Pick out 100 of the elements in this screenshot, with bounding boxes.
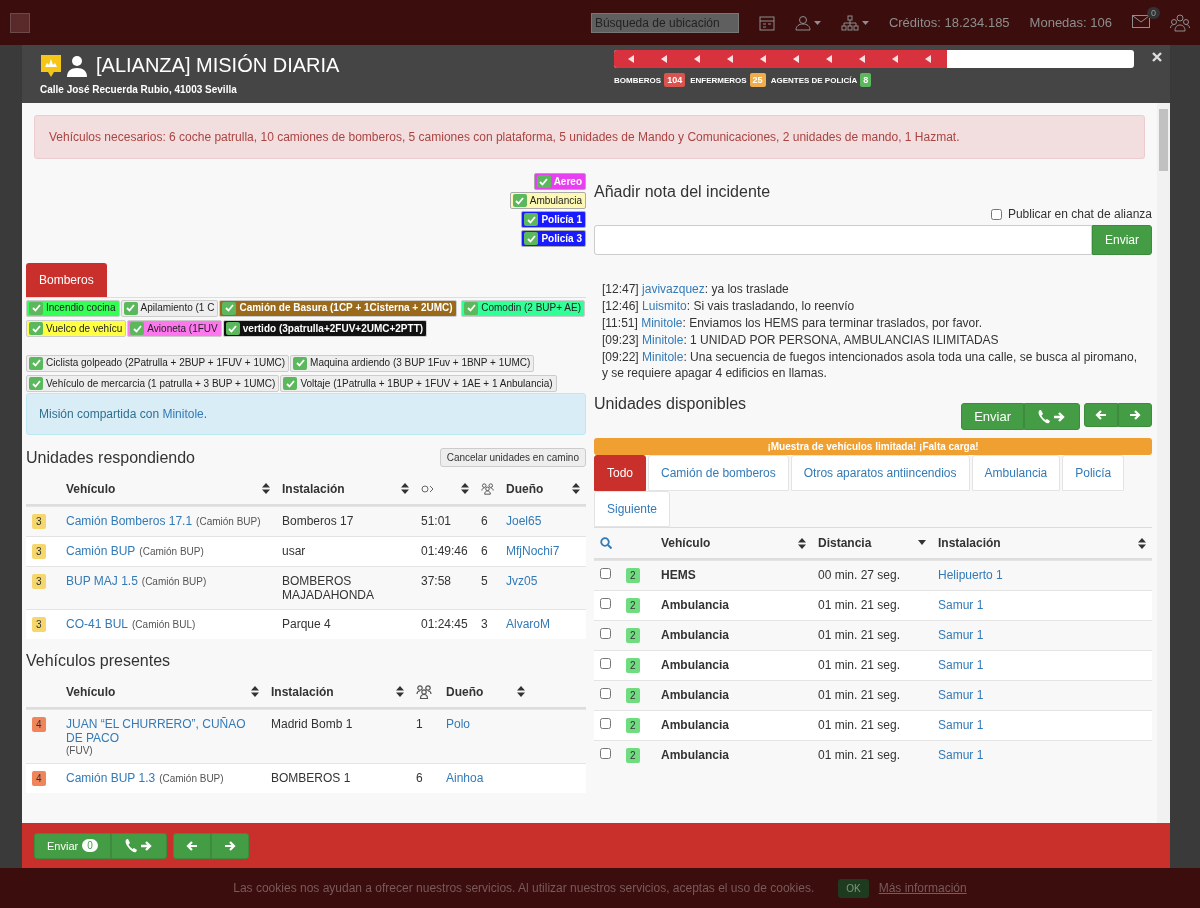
sort-down-icon[interactable] xyxy=(918,540,926,546)
sort-icon[interactable] xyxy=(461,483,469,494)
column-header[interactable]: Vehículo xyxy=(66,684,116,699)
sort-icon[interactable] xyxy=(798,537,806,549)
user-link[interactable]: Minitole xyxy=(641,316,683,330)
vehicle-link[interactable]: Camión BUP xyxy=(66,544,136,558)
mission-tag[interactable]: Comodin (2 BUP+ AE) xyxy=(461,299,585,317)
user-menu-icon[interactable] xyxy=(794,14,821,31)
alliance-icon[interactable] xyxy=(1170,13,1190,32)
previous-button[interactable] xyxy=(1084,403,1118,427)
publish-checkbox[interactable] xyxy=(990,208,1002,220)
sort-icon[interactable] xyxy=(572,483,580,494)
column-header[interactable]: Instalación xyxy=(938,536,1001,550)
send-call-button[interactable] xyxy=(110,832,167,859)
sort-icon[interactable] xyxy=(1138,537,1146,549)
note-input-field[interactable] xyxy=(594,225,1092,255)
row-checkbox[interactable] xyxy=(600,628,611,639)
station-cell: usar xyxy=(282,544,306,558)
owner-link[interactable]: Ainhoa xyxy=(446,771,484,785)
sort-icon[interactable] xyxy=(262,483,270,494)
vehicle-type-tab[interactable]: Policía xyxy=(1062,455,1125,491)
previous-button[interactable] xyxy=(172,832,211,859)
station-link[interactable]: Helipuerto 1 xyxy=(938,568,1003,582)
send-button[interactable]: Enviar 0 xyxy=(34,832,111,859)
station-link[interactable]: Samur 1 xyxy=(938,718,984,732)
sort-icon[interactable] xyxy=(396,686,404,697)
row-checkbox[interactable] xyxy=(600,688,611,699)
distance-cell: 01 min. 21 seg. xyxy=(818,598,901,612)
mission-tag[interactable]: Policía 1 xyxy=(521,211,586,228)
vehicle-cell: Ambulancia xyxy=(661,748,729,762)
vehicle-type-tab[interactable]: Ambulancia xyxy=(971,455,1061,491)
mission-tag[interactable]: Avioneta (1FUV xyxy=(127,320,222,337)
vehicle-link[interactable]: BUP MAJ 1.5 xyxy=(66,574,138,588)
search-icon[interactable] xyxy=(600,537,612,549)
station-link[interactable]: Samur 1 xyxy=(938,748,984,762)
mission-tag[interactable]: Aereo xyxy=(533,173,586,190)
vehicle-type-tab[interactable]: Camión de bomberos xyxy=(648,455,789,491)
station-link[interactable]: Samur 1 xyxy=(938,598,984,612)
owner-link[interactable]: Jvz05 xyxy=(506,574,538,588)
coins-label: Monedas: 106 xyxy=(1029,15,1112,30)
location-search-field[interactable]: Búsqueda de ubicación xyxy=(590,12,739,33)
station-link[interactable]: Samur 1 xyxy=(938,688,984,702)
mission-tag[interactable]: Incendio cocina xyxy=(26,299,120,317)
vehicle-link[interactable]: Camión Bomberos 17.1 xyxy=(66,514,193,528)
user-link[interactable]: Luismito xyxy=(642,299,687,313)
mission-tag[interactable]: vertido (3patrulla+2FUV+2UMC+2PTT) xyxy=(222,320,428,337)
user-link[interactable]: javivazquez xyxy=(642,282,705,296)
sort-icon[interactable] xyxy=(517,686,526,697)
vehicle-type-tab[interactable]: Todo xyxy=(594,455,647,491)
mission-tag[interactable]: Vehículo de mercarcia (1 patrulla + 3 BUP + 1UMC) xyxy=(26,375,280,392)
mission-tag[interactable]: Ambulancia xyxy=(509,192,586,209)
cancel-units-button[interactable]: Cancelar unidades en camino xyxy=(439,448,586,467)
next-button[interactable] xyxy=(210,832,249,859)
group-icon xyxy=(481,481,494,496)
column-header[interactable]: Distancia xyxy=(818,536,872,550)
send-note-button[interactable]: Enviar xyxy=(1092,225,1152,255)
row-checkbox[interactable] xyxy=(600,718,611,729)
row-checkbox[interactable] xyxy=(600,568,611,579)
column-header[interactable]: Dueño xyxy=(446,684,484,699)
column-header[interactable]: Instalación xyxy=(271,684,334,699)
sort-icon[interactable] xyxy=(401,483,409,494)
column-header[interactable]: Dueño xyxy=(506,481,544,496)
mission-tag[interactable]: Vuelco de vehícu xyxy=(26,320,127,337)
mission-tag[interactable]: Policía 3 xyxy=(521,230,586,247)
mission-tag[interactable]: Apilamiento (1 C xyxy=(120,299,219,317)
vehicle-link[interactable]: JUAN “EL CHURRERO”, CUÑAO DE PACO xyxy=(66,717,259,745)
owner-link[interactable]: Polo xyxy=(446,717,471,731)
column-header[interactable]: Instalación xyxy=(282,481,345,496)
vehicle-type-tab[interactable]: Siguiente xyxy=(594,491,671,527)
network-menu-icon[interactable] xyxy=(840,14,869,31)
user-link[interactable]: Minitole xyxy=(162,407,204,421)
scrollbar-thumb[interactable] xyxy=(1159,109,1168,171)
more-info-link[interactable]: Más información xyxy=(878,881,967,895)
column-header[interactable]: Vehículo xyxy=(66,481,116,496)
mail-icon[interactable] xyxy=(1132,14,1150,28)
row-checkbox[interactable] xyxy=(600,748,611,759)
level-badge: 3 xyxy=(32,574,46,589)
calendar-icon[interactable] xyxy=(758,14,775,31)
vehicle-type-tab[interactable]: Otros aparatos antiincendios xyxy=(790,455,970,491)
vehicle-link[interactable]: CO-41 BUL xyxy=(66,617,129,631)
next-button[interactable] xyxy=(1118,403,1152,427)
row-checkbox[interactable] xyxy=(600,658,611,669)
column-header[interactable]: Vehículo xyxy=(661,536,711,550)
owner-link[interactable]: Joel65 xyxy=(506,514,542,528)
mission-tag[interactable]: Camión de Basura (1CP + 1Cisterna + 2UMC) xyxy=(219,299,457,317)
send-button[interactable]: Enviar xyxy=(961,403,1024,430)
row-checkbox[interactable] xyxy=(600,598,611,609)
station-cell: Madrid Bomb 1 xyxy=(271,717,353,731)
mission-tag[interactable]: Ciclista golpeado (2Patrulla + 2BUP + 1FUV + 1UMC) xyxy=(26,354,290,372)
station-link[interactable]: Samur 1 xyxy=(938,658,984,672)
mission-tag[interactable]: Voltaje (1Patrulla + 1BUP + 1FUV + 1AE + 1 Anbulancia) xyxy=(280,375,557,392)
mission-tag[interactable]: Maquina ardiendo (3 BUP 1Fuv + 1BNP + 1UMC) xyxy=(290,354,535,372)
station-link[interactable]: Samur 1 xyxy=(938,628,984,642)
person-icon xyxy=(66,54,88,77)
category-tab[interactable]: Bomberos xyxy=(26,263,107,297)
vehicle-link[interactable]: Camión BUP 1.3 xyxy=(66,771,156,785)
send-call-button[interactable] xyxy=(1024,403,1080,430)
sort-icon[interactable] xyxy=(251,686,259,697)
route-icon xyxy=(421,484,435,493)
ok-button[interactable]: OK xyxy=(838,878,869,898)
